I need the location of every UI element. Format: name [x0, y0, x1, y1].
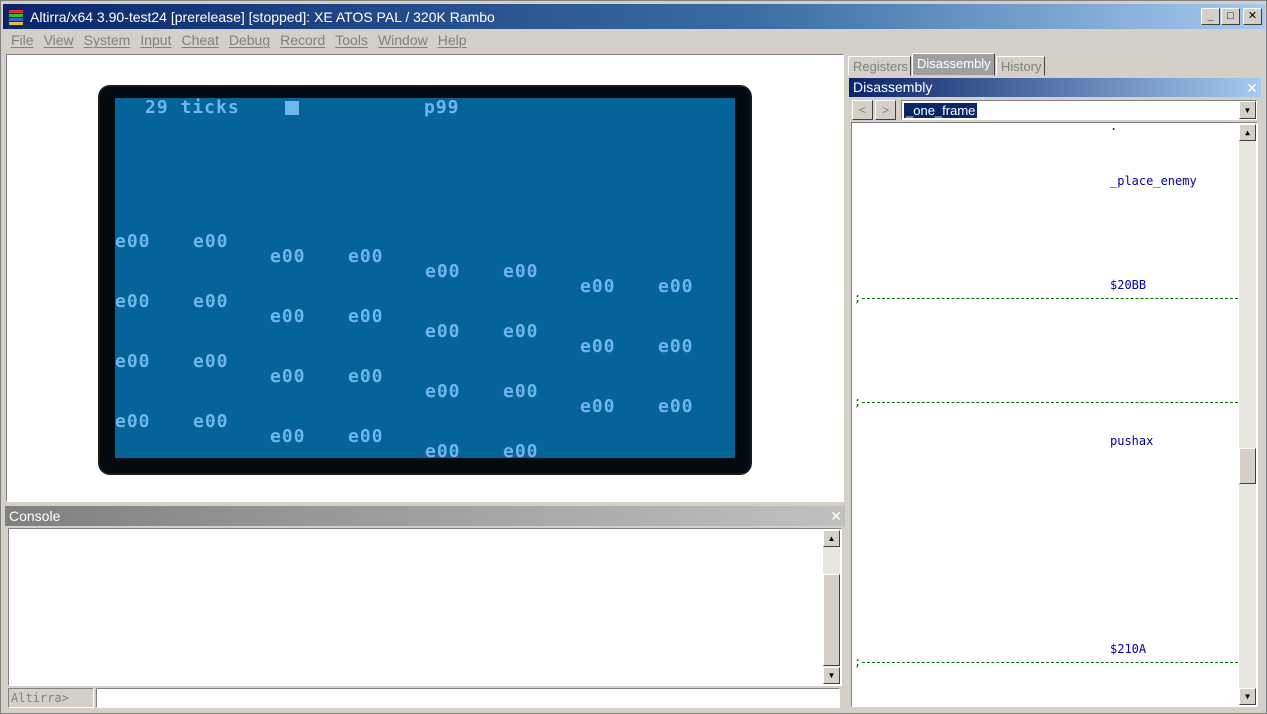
console-prompt-label: Altirra> [8, 688, 94, 708]
enemy-cell: e00 [658, 336, 694, 357]
arrow-up-icon[interactable]: ▲ [823, 530, 840, 547]
console-scroll-thumb[interactable] [823, 574, 840, 666]
enemy-cell: e00 [425, 441, 461, 459]
enemy-cell: e00 [503, 321, 539, 342]
disassembly-view[interactable]: . _place_enemy $20BB ; ; pushax $210A ; … [851, 122, 1258, 707]
menu-tools[interactable]: Tools [330, 32, 373, 48]
disassembly-label: pushax [1110, 434, 1154, 448]
enemy-cell: e00 [348, 306, 384, 327]
menu-file[interactable]: File [3, 32, 39, 48]
console-output[interactable]: ▲ ▼ [8, 528, 842, 686]
arrow-down-icon[interactable]: ▼ [1239, 688, 1256, 705]
enemy-cell: e00 [115, 351, 151, 372]
address-combo[interactable]: _one_frame ▼ [901, 100, 1257, 120]
separator-line: ; [854, 655, 1238, 669]
tab-disassembly[interactable]: Disassembly [912, 53, 995, 76]
enemy-cell: e00 [348, 426, 384, 447]
window-title: Altirra/x64 3.90-test24 [prerelease] [st… [30, 8, 495, 25]
console-title: Console [9, 508, 61, 524]
console-prompt-row: Altirra> [8, 688, 842, 709]
console-scrollbar[interactable]: ▲ ▼ [823, 530, 840, 684]
ticks-counter: 29 ticks [145, 98, 240, 118]
disassembly-line-fragment: . [1110, 122, 1118, 133]
enemy-cell: e00 [425, 261, 461, 282]
console-command-input[interactable] [96, 688, 840, 708]
enemy-cell: e00 [503, 441, 539, 459]
app-icon [7, 8, 25, 26]
screen-border: 29 ticks p99 e00 e00 e00 e00 e00 e00 e00… [100, 87, 750, 473]
console-header: Console ✕ [5, 506, 845, 526]
enemy-cell: e00 [270, 246, 306, 267]
maximize-button[interactable]: □ [1221, 8, 1240, 25]
address-input[interactable]: _one_frame [904, 103, 978, 118]
menu-window[interactable]: Window [373, 32, 433, 48]
enemy-cell: e00 [580, 396, 616, 417]
enemy-cell: e00 [503, 381, 539, 402]
chevron-down-icon[interactable]: ▼ [1239, 101, 1256, 119]
enemy-cell: e00 [348, 366, 384, 387]
minimize-icon: _ [1207, 10, 1214, 22]
enemy-cell: e00 [115, 291, 151, 312]
disassembly-label: $20BB [1110, 278, 1147, 292]
arrow-up-icon[interactable]: ▲ [1239, 124, 1256, 141]
enemy-cell: e00 [193, 291, 229, 312]
disassembly-title: Disassembly [853, 79, 933, 95]
enemy-cell: e00 [270, 426, 306, 447]
forward-button[interactable]: > [875, 100, 896, 120]
close-icon[interactable]: ✕ [830, 508, 842, 524]
enemy-cell: e00 [580, 336, 616, 357]
enemy-cell: e00 [658, 276, 694, 297]
tab-history[interactable]: History [996, 56, 1045, 76]
disassembly-header: Disassembly ✕ [849, 78, 1261, 97]
altirra-window: Altirra/x64 3.90-test24 [prerelease] [st… [0, 0, 1267, 714]
close-icon[interactable]: ✕ [1246, 80, 1258, 96]
enemy-cell: e00 [270, 306, 306, 327]
disassembly-scroll-thumb[interactable] [1239, 448, 1256, 484]
enemy-cell: e00 [270, 366, 306, 387]
tab-registers[interactable]: Registers [848, 56, 911, 76]
menu-bar: File View System Input Cheat Debug Recor… [3, 30, 472, 50]
disassembly-label: $210A [1110, 642, 1147, 656]
menu-cheat[interactable]: Cheat [176, 32, 223, 48]
emulator-display-panel[interactable]: 29 ticks p99 e00 e00 e00 e00 e00 e00 e00… [6, 54, 844, 502]
menu-help[interactable]: Help [433, 32, 472, 48]
minimize-button[interactable]: _ [1201, 8, 1220, 25]
separator-line: ; [854, 395, 1238, 409]
separator-line: ; [854, 291, 1238, 305]
enemy-cell: e00 [425, 381, 461, 402]
maximize-icon: □ [1227, 10, 1234, 22]
title-bar[interactable]: Altirra/x64 3.90-test24 [prerelease] [st… [3, 4, 1265, 29]
enemy-cell: e00 [658, 396, 694, 417]
enemy-cell: e00 [348, 246, 384, 267]
menu-view[interactable]: View [39, 32, 79, 48]
back-button[interactable]: < [852, 100, 873, 120]
enemy-cell: e00 [193, 231, 229, 252]
menu-system[interactable]: System [79, 32, 136, 48]
menu-record[interactable]: Record [275, 32, 330, 48]
enemy-cell: e00 [503, 261, 539, 282]
close-window-button[interactable]: ✕ [1243, 8, 1262, 25]
text-cursor [285, 101, 299, 115]
menu-input[interactable]: Input [135, 32, 176, 48]
disassembly-toolbar: < > _one_frame ▼ [851, 99, 1257, 121]
disassembly-scrollbar[interactable]: ▲ ▼ [1239, 124, 1256, 705]
enemy-cell: e00 [115, 411, 151, 432]
close-icon: ✕ [1247, 10, 1258, 22]
menu-debug[interactable]: Debug [224, 32, 275, 48]
enemy-cell: e00 [425, 321, 461, 342]
enemy-cell: e00 [193, 411, 229, 432]
enemy-cell: e00 [193, 351, 229, 372]
emulator-screen[interactable]: 29 ticks p99 e00 e00 e00 e00 e00 e00 e00… [115, 98, 735, 458]
enemy-cell: e00 [115, 231, 151, 252]
disassembly-label: _place_enemy [1110, 174, 1197, 188]
player-indicator: p99 [424, 98, 460, 118]
enemy-cell: e00 [580, 276, 616, 297]
arrow-down-icon[interactable]: ▼ [823, 667, 840, 684]
